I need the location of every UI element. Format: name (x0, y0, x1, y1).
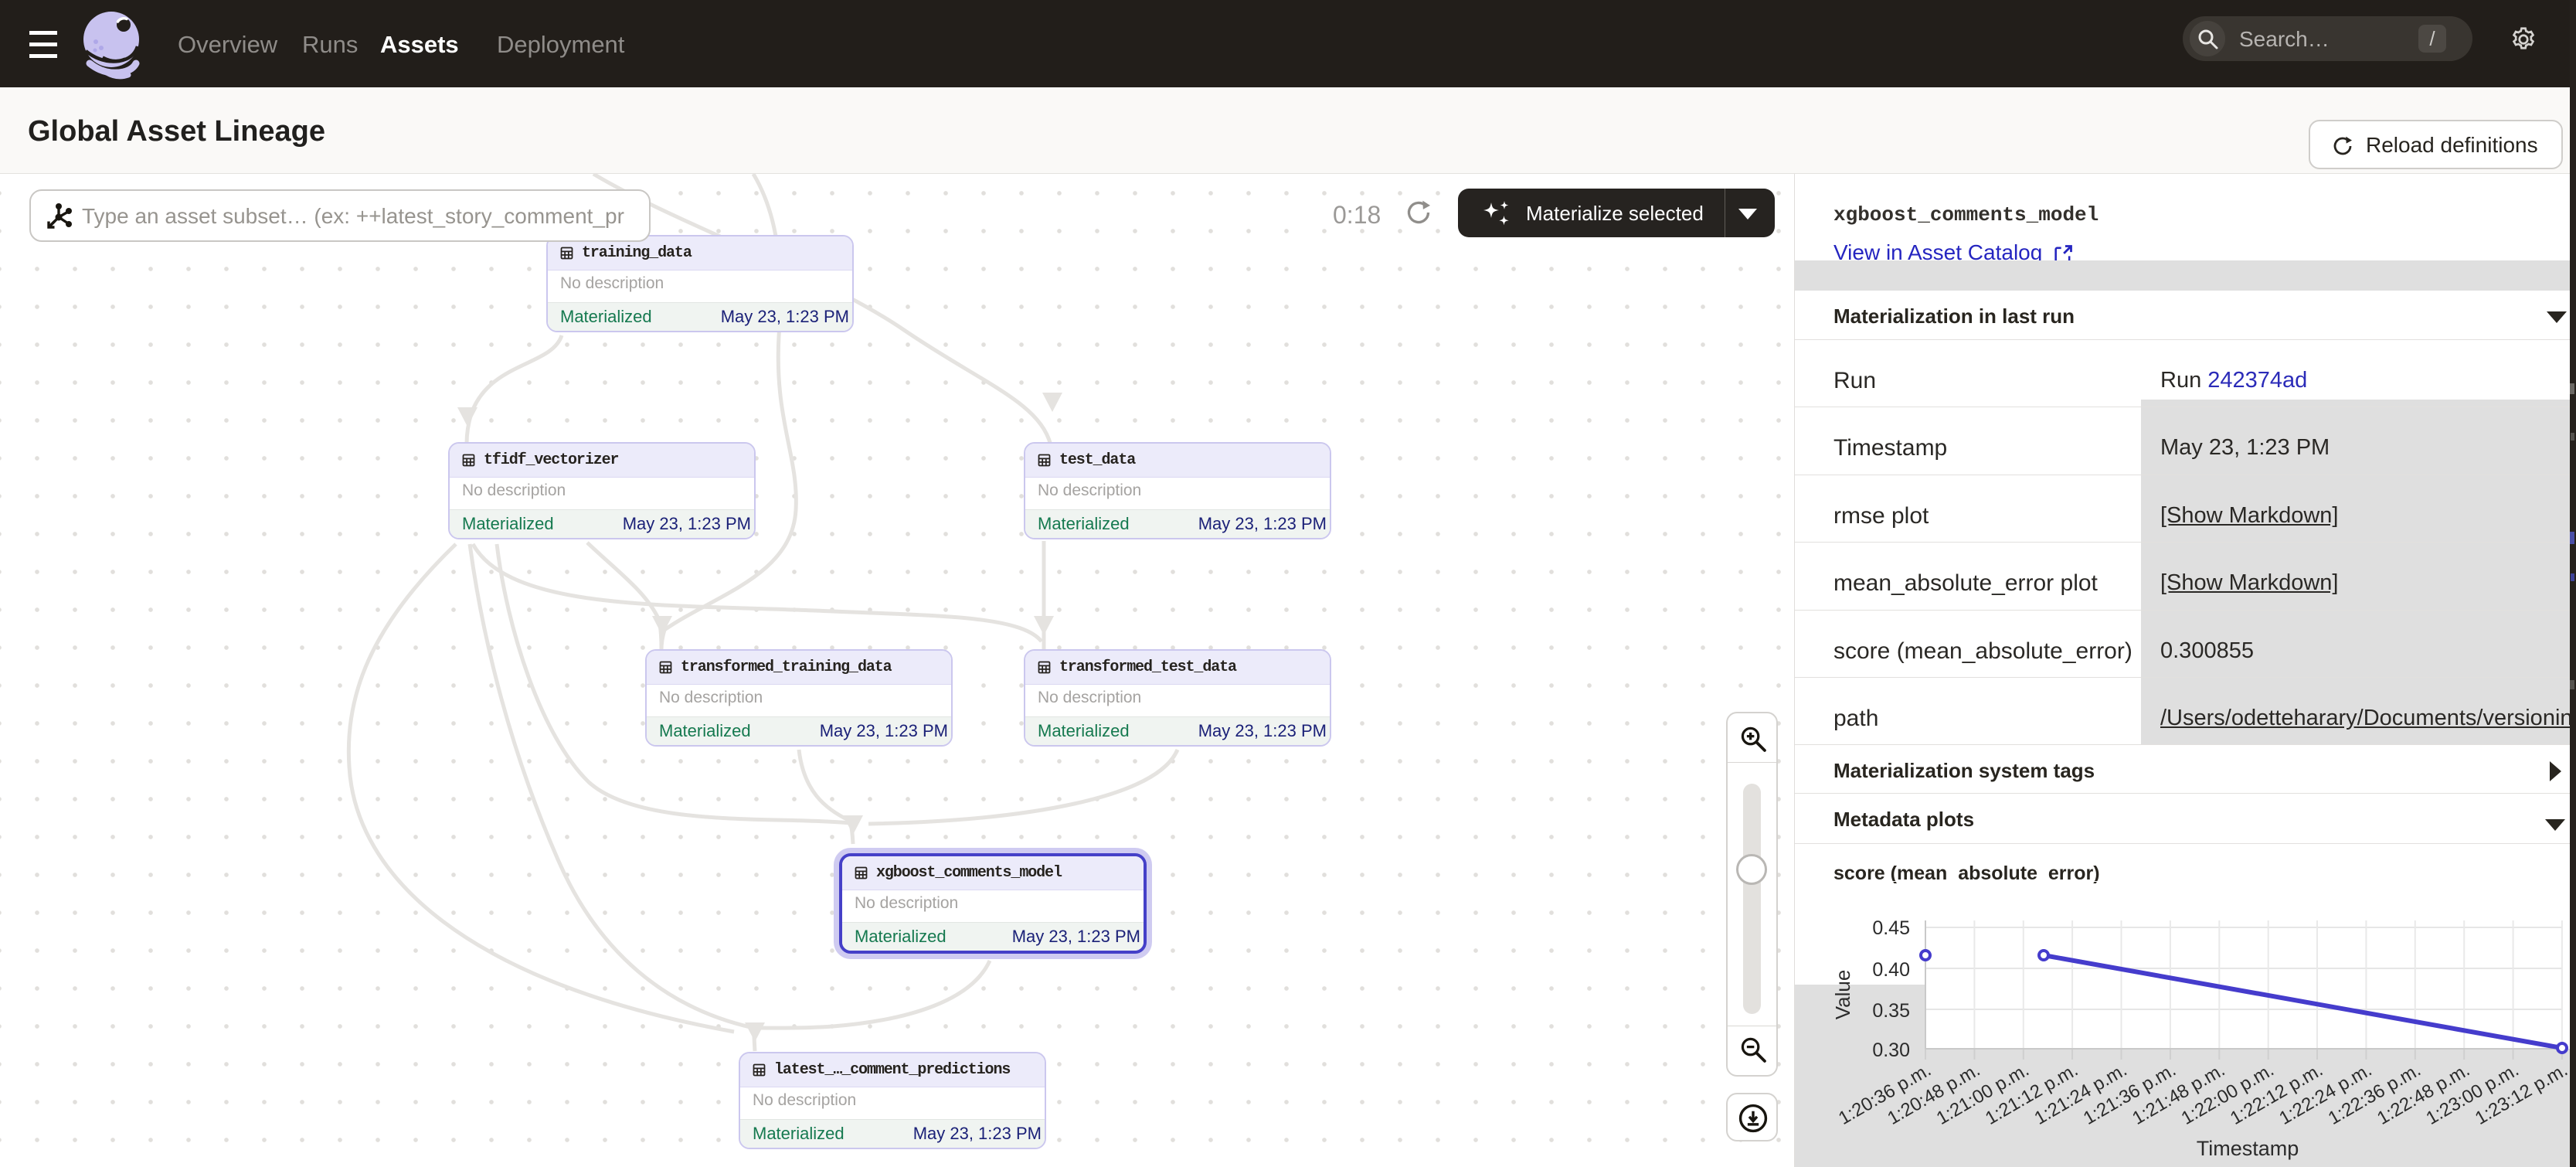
svg-text:0.40: 0.40 (1872, 959, 1910, 981)
svg-text:0.30: 0.30 (1872, 1039, 1910, 1061)
svg-text:Timestamp: Timestamp (2197, 1137, 2299, 1160)
svg-text:Value: Value (1831, 970, 1854, 1020)
svg-text:0.35: 0.35 (1872, 1000, 1910, 1022)
svg-text:0.45: 0.45 (1872, 917, 1910, 939)
